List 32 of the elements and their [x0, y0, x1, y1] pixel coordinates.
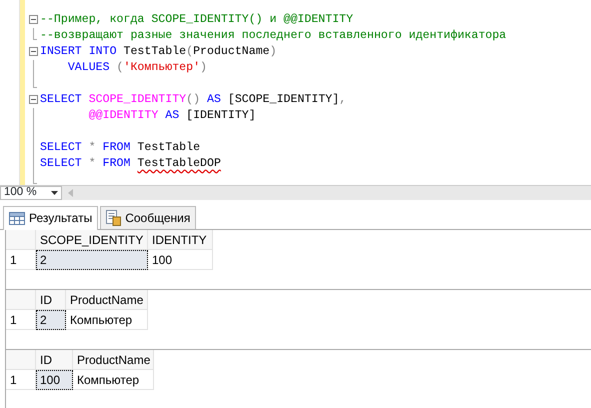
- column-header[interactable]: ID: [36, 290, 66, 310]
- code-line: @@IDENTITY AS [IDENTITY]: [88, 108, 256, 124]
- fold-toggle-icon[interactable]: [29, 95, 38, 104]
- table-cell[interactable]: Компьютер: [73, 370, 154, 390]
- results-tab[interactable]: Сообщения: [100, 206, 196, 229]
- zoom-dropdown[interactable]: 100 %: [0, 186, 62, 200]
- code-line: SELECT * FROM TestTable: [40, 140, 200, 156]
- code-line: INSERT INTO TestTable(ProductName): [40, 44, 277, 60]
- header-corner: [6, 290, 36, 310]
- results-tab[interactable]: Результаты: [3, 206, 98, 230]
- table-cell[interactable]: 100: [148, 250, 213, 270]
- header-corner: [6, 230, 36, 250]
- column-header[interactable]: SCOPE_IDENTITY: [36, 230, 148, 250]
- grid-icon: [9, 212, 25, 224]
- code-line: --возвращают разные значения последнего вставленного идентификатора: [40, 28, 506, 44]
- table-cell[interactable]: 2: [36, 310, 66, 330]
- code-line: SELECT * FROM TestTableDOP: [40, 156, 221, 172]
- caret-icon: [51, 191, 58, 195]
- column-header[interactable]: ID: [36, 350, 73, 370]
- header-corner: [6, 350, 36, 370]
- document-icon: [106, 210, 122, 226]
- table-cell[interactable]: 2: [36, 250, 148, 270]
- fold-toggle-icon[interactable]: [29, 15, 38, 24]
- fold-toggle-icon[interactable]: [29, 47, 38, 56]
- column-header[interactable]: IDENTITY: [148, 230, 213, 250]
- table-cell[interactable]: 100: [36, 370, 73, 390]
- code-line: SELECT SCOPE_IDENTITY() AS [SCOPE_IDENTITY],: [40, 92, 346, 108]
- table-cell[interactable]: Компьютер: [66, 310, 148, 330]
- column-header[interactable]: ProductName: [66, 290, 148, 310]
- column-header[interactable]: ProductName: [73, 350, 154, 370]
- code-line: --Пример, когда SCOPE_IDENTITY() и @@IDENTITY: [40, 12, 354, 28]
- code-line: VALUES ('Компьютер'): [66, 60, 207, 76]
